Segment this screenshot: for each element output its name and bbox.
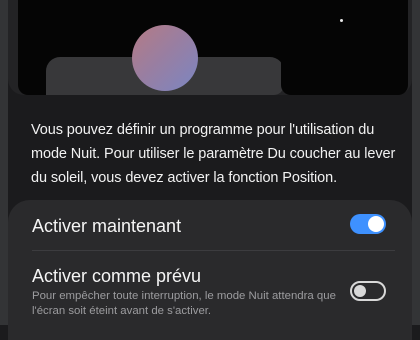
settings-card: Activer maintenant Activer comme prévu P…: [8, 200, 412, 340]
toggle-knob: [368, 216, 384, 232]
preview-screen-main: [18, 0, 284, 95]
night-mode-description: Vous pouvez définir un programme pour l'…: [31, 122, 396, 186]
night-mode-preview: [8, 0, 412, 95]
preview-screen-side: [281, 0, 408, 95]
divider: [32, 250, 395, 251]
preview-circle-icon: [132, 25, 198, 91]
activate-scheduled-label[interactable]: Activer comme prévu: [32, 266, 201, 287]
preview-dot: [340, 19, 343, 22]
activate-scheduled-toggle[interactable]: [350, 281, 386, 301]
toggle-knob: [354, 285, 366, 297]
activate-now-label[interactable]: Activer maintenant: [32, 216, 181, 237]
activate-now-toggle[interactable]: [350, 214, 386, 234]
activate-scheduled-subtitle: Pour empêcher toute interruption, le mod…: [32, 290, 336, 317]
